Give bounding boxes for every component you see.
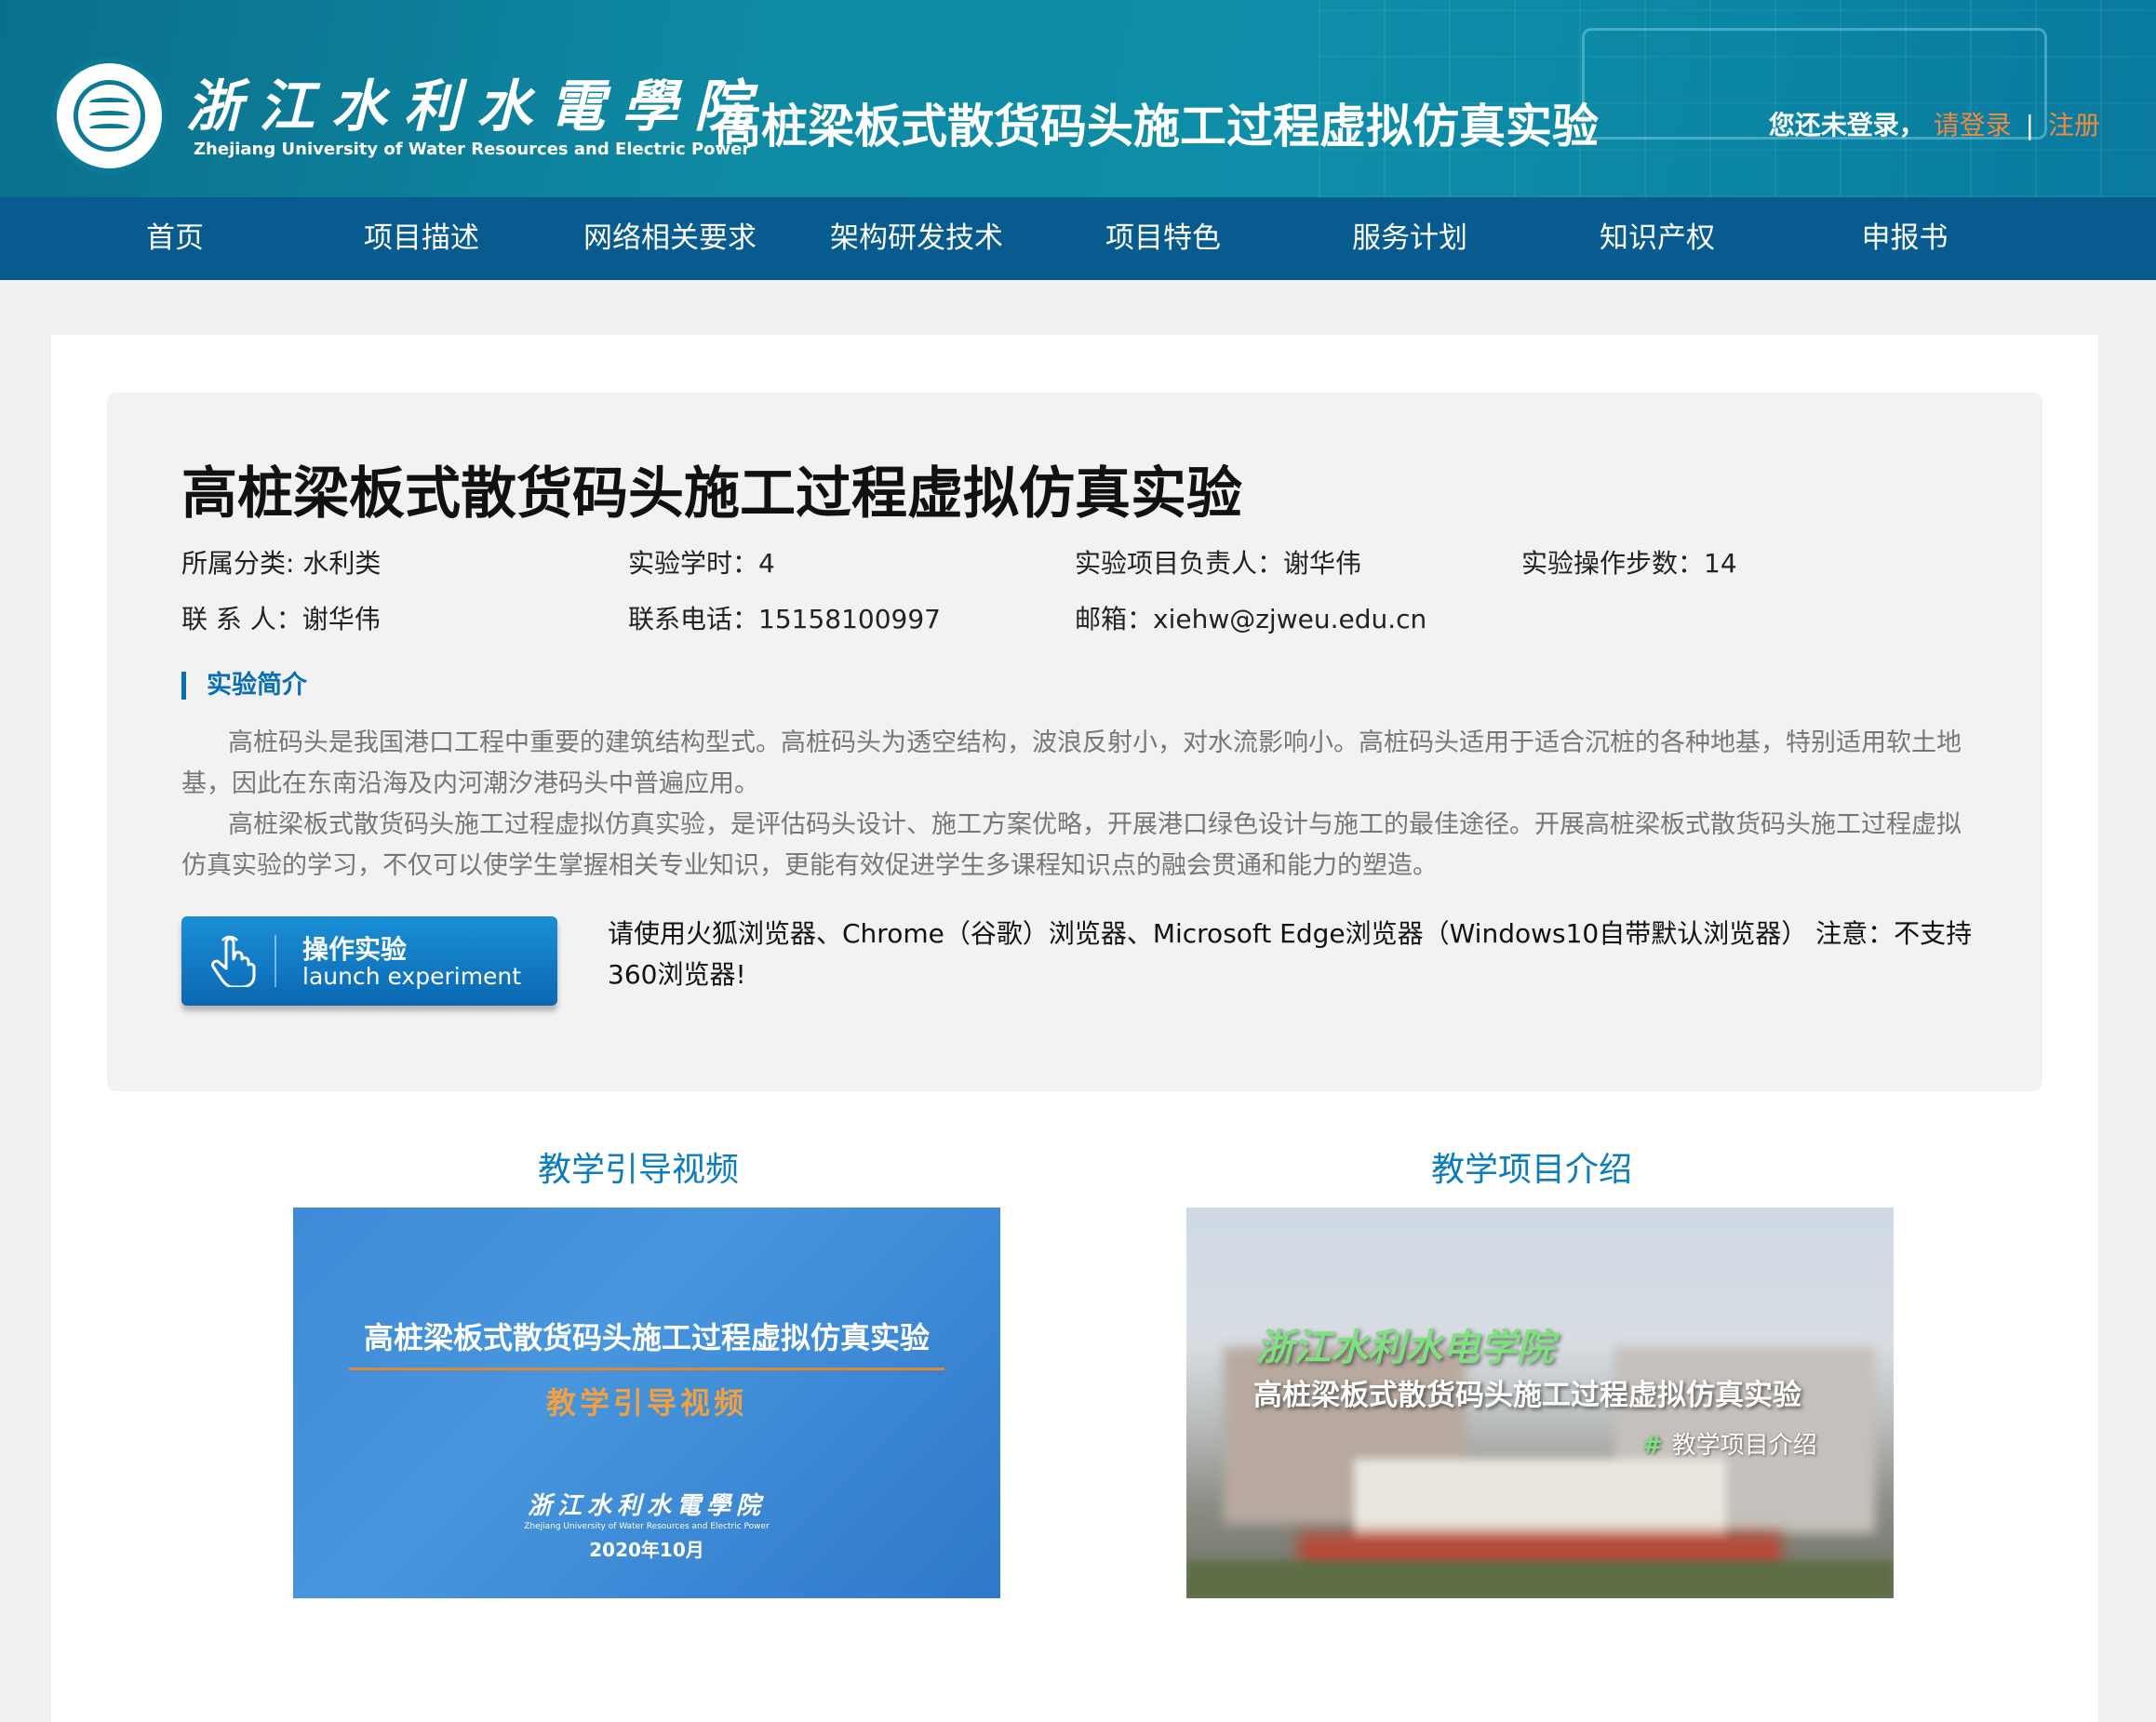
- intro-paragraph: 高桩梁板式散货码头施工过程虚拟仿真实验，是评估码头设计、施工方案优略，开展港口绿…: [181, 810, 1962, 880]
- lawn: [1186, 1561, 1894, 1598]
- logo-inner-ring: [74, 80, 145, 152]
- site-header: 浙江水利水電學院 Zhejiang University of Water Re…: [0, 0, 2156, 197]
- register-link[interactable]: 注册: [2048, 110, 2100, 140]
- school-logo-icon[interactable]: [51, 58, 167, 174]
- logo-wave: [89, 111, 129, 120]
- campus-gate: [1354, 1459, 1726, 1542]
- video-thumb-subtitle: 教学引导视频: [545, 1385, 747, 1421]
- login-prompt: 您还未登录，: [1768, 110, 1925, 140]
- main-content: 高桩梁板式散货码头施工过程虚拟仿真实验 所属分类: 水利类 实验学时：4 实验项…: [51, 335, 2098, 1722]
- intro-thumb-school: 浙江水利水电学院: [1256, 1327, 1554, 1369]
- meta-category: 所属分类: 水利类: [181, 548, 382, 579]
- nav-item-network[interactable]: 网络相关要求: [577, 197, 763, 280]
- section-heading-intro: 实验简介: [181, 672, 307, 700]
- launch-label-en: launch experiment: [302, 963, 522, 990]
- login-area: 您还未登录， 请登录 | 注册: [1769, 105, 2100, 142]
- experiment-card: 高桩梁板式散货码头施工过程虚拟仿真实验 所属分类: 水利类 实验学时：4 实验项…: [107, 393, 2042, 1091]
- meta-leader: 实验项目负责人：谢华伟: [1075, 548, 1362, 579]
- login-link[interactable]: 请登录: [1934, 110, 2012, 140]
- hand-pointer-icon: [211, 935, 256, 987]
- launch-experiment-button[interactable]: 操作实验 launch experiment: [181, 916, 557, 1006]
- nav-item-application[interactable]: 申报书: [1812, 197, 1998, 280]
- intro-heading: 教学项目介绍: [1431, 1151, 1633, 1189]
- intro-thumb-tag-wrap: # 教学项目介绍: [1642, 1426, 1817, 1461]
- logo-school-name: 浙江水利水電學院: [186, 74, 767, 140]
- intro-paragraph: 高桩码头是我国港口工程中重要的建筑结构型式。高桩码头为透空结构，波浪反射小，对水…: [181, 728, 1962, 798]
- button-divider: [275, 935, 276, 987]
- video-thumb-school-en: Zhejiang University of Water Resources a…: [524, 1522, 770, 1531]
- intro-thumb-title: 高桩梁板式散货码头施工过程虚拟仿真实验: [1253, 1379, 1801, 1412]
- meta-hours: 实验学时：4: [628, 548, 775, 579]
- nav-item-ip[interactable]: 知识产权: [1564, 197, 1750, 280]
- nav-item-home[interactable]: 首页: [82, 197, 268, 280]
- logo-wave: [89, 98, 129, 107]
- experiment-intro: 高桩码头是我国港口工程中重要的建筑结构型式。高桩码头为透空结构，波浪反射小，对水…: [181, 723, 1968, 887]
- nav-item-architecture[interactable]: 架构研发技术: [824, 197, 1010, 280]
- video-thumb-divider: [349, 1368, 944, 1370]
- meta-contact: 联 系 人：谢华伟: [181, 604, 381, 634]
- guide-video-thumbnail[interactable]: 高桩梁板式散货码头施工过程虚拟仿真实验 教学引导视频 浙江水利水電學院 Zhej…: [293, 1208, 1000, 1598]
- logo-wave: [89, 124, 129, 133]
- nav-item-description[interactable]: 项目描述: [328, 197, 515, 280]
- video-thumb-date: 2020年10月: [589, 1539, 704, 1561]
- site-title: 高桩梁板式散货码头施工过程虚拟仿真实验: [715, 100, 1599, 154]
- nav-item-service[interactable]: 服务计划: [1317, 197, 1503, 280]
- login-separator: |: [2025, 110, 2035, 140]
- hash-icon: #: [1642, 1432, 1663, 1460]
- browser-notice: 请使用火狐浏览器、Chrome（谷歌）浏览器、Microsoft Edge浏览器…: [608, 918, 1973, 990]
- meta-email: 邮箱：xiehw@zjweu.edu.cn: [1075, 604, 1427, 634]
- project-intro-thumbnail[interactable]: 浙江水利水电学院 高桩梁板式散货码头施工过程虚拟仿真实验 # 教学项目介绍: [1186, 1208, 1894, 1598]
- main-nav: 首页 项目描述 网络相关要求 架构研发技术 项目特色 服务计划 知识产权 申报书: [0, 197, 2156, 280]
- video-thumb-title: 高桩梁板式散货码头施工过程虚拟仿真实验: [363, 1320, 930, 1355]
- intro-thumb-tag: 教学项目介绍: [1671, 1432, 1817, 1460]
- logo-school-name-en: Zhejiang University of Water Resources a…: [194, 140, 751, 159]
- meta-steps: 实验操作步数：14: [1521, 548, 1737, 579]
- video-heading: 教学引导视频: [538, 1151, 740, 1189]
- experiment-title: 高桩梁板式散货码头施工过程虚拟仿真实验: [181, 461, 1242, 527]
- nav-item-features[interactable]: 项目特色: [1070, 197, 1256, 280]
- meta-phone: 联系电话：15158100997: [628, 604, 941, 634]
- launch-label-cn: 操作实验: [302, 934, 408, 965]
- video-thumb-school: 浙江水利水電學院: [527, 1492, 766, 1520]
